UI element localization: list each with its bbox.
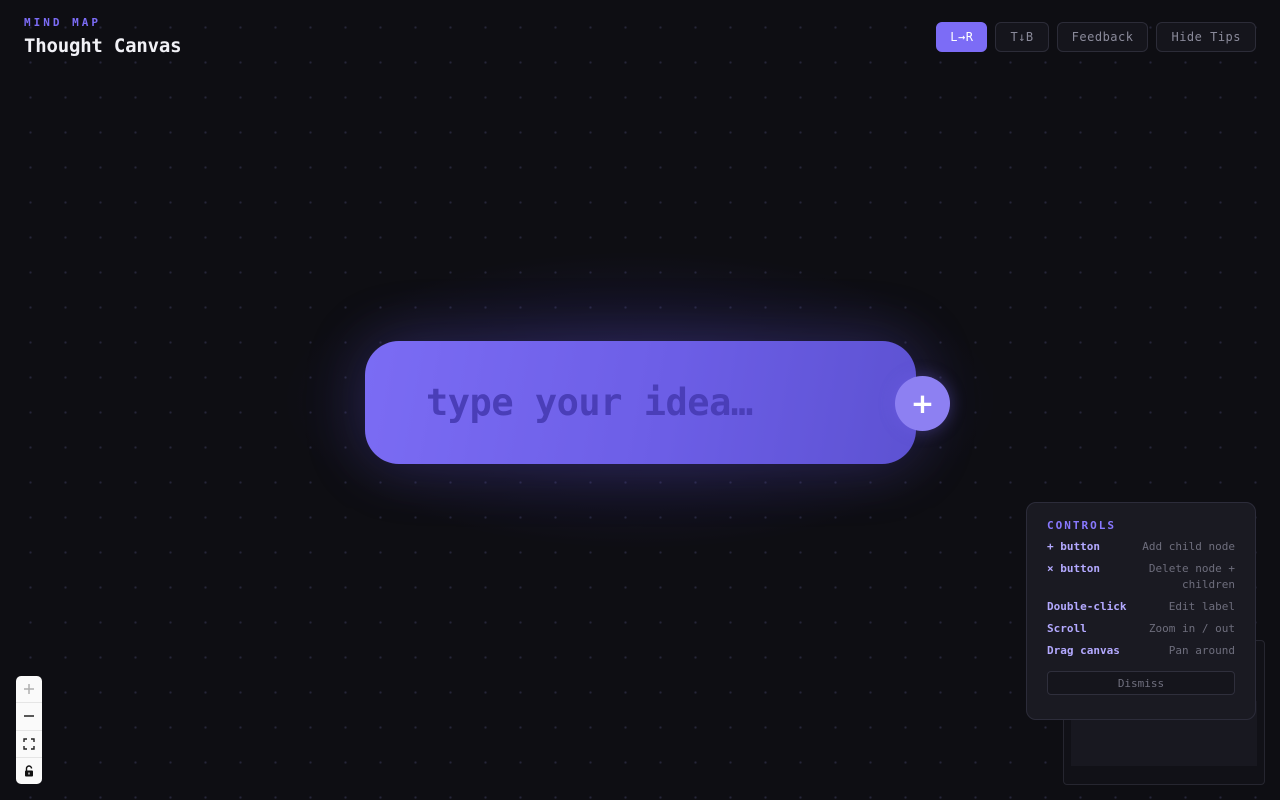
controls-row: Double-click Edit label	[1047, 599, 1235, 615]
mind-map-canvas[interactable]: MIND MAP Thought Canvas L→R T↓B Feedback…	[0, 0, 1280, 800]
node-label-input[interactable]: type your idea…	[426, 381, 753, 424]
root-node[interactable]: type your idea…	[365, 341, 916, 464]
plus-icon: +	[910, 387, 935, 420]
app-eyebrow: MIND MAP	[24, 16, 101, 29]
control-key: + button	[1047, 540, 1100, 553]
control-key: Scroll	[1047, 622, 1087, 635]
add-child-button[interactable]: +	[895, 376, 950, 431]
control-description: Edit label	[1168, 600, 1235, 613]
lock-button[interactable]	[16, 758, 42, 784]
zoom-controls	[16, 676, 42, 784]
feedback-button[interactable]: Feedback	[1056, 22, 1149, 52]
controls-tips-panel: CONTROLS + button Add child node × butto…	[1026, 502, 1256, 720]
zoom-in-icon	[24, 684, 34, 695]
fit-view-button[interactable]	[16, 731, 42, 758]
control-key: Drag canvas	[1047, 644, 1120, 657]
lock-icon	[25, 765, 33, 777]
control-description: Delete node + children	[1148, 562, 1235, 591]
dismiss-button[interactable]: Dismiss	[1047, 671, 1235, 695]
zoom-out-icon	[24, 715, 34, 718]
control-key: × button	[1047, 562, 1100, 575]
control-key: Double-click	[1047, 600, 1127, 613]
toolbar: L→R T↓B Feedback Hide Tips	[936, 22, 1256, 52]
controls-title: CONTROLS	[1047, 519, 1116, 532]
controls-row: + button Add child node	[1047, 539, 1235, 555]
fit-view-icon	[23, 737, 35, 750]
layout-top-bottom-button[interactable]: T↓B	[995, 22, 1049, 52]
layout-left-right-button[interactable]: L→R	[936, 22, 988, 52]
controls-row: Scroll Zoom in / out	[1047, 621, 1235, 637]
control-description: Add child node	[1142, 540, 1235, 553]
control-description: Zoom in / out	[1148, 622, 1235, 635]
app-title: Thought Canvas	[24, 35, 182, 57]
control-description: Pan around	[1168, 644, 1235, 657]
hide-tips-button[interactable]: Hide Tips	[1156, 22, 1256, 52]
zoom-out-button[interactable]	[16, 703, 42, 731]
controls-row: Drag canvas Pan around	[1047, 643, 1235, 659]
controls-row: × button Delete node + children	[1047, 561, 1235, 593]
zoom-in-button[interactable]	[16, 676, 42, 704]
app-header: MIND MAP Thought Canvas	[24, 16, 182, 58]
